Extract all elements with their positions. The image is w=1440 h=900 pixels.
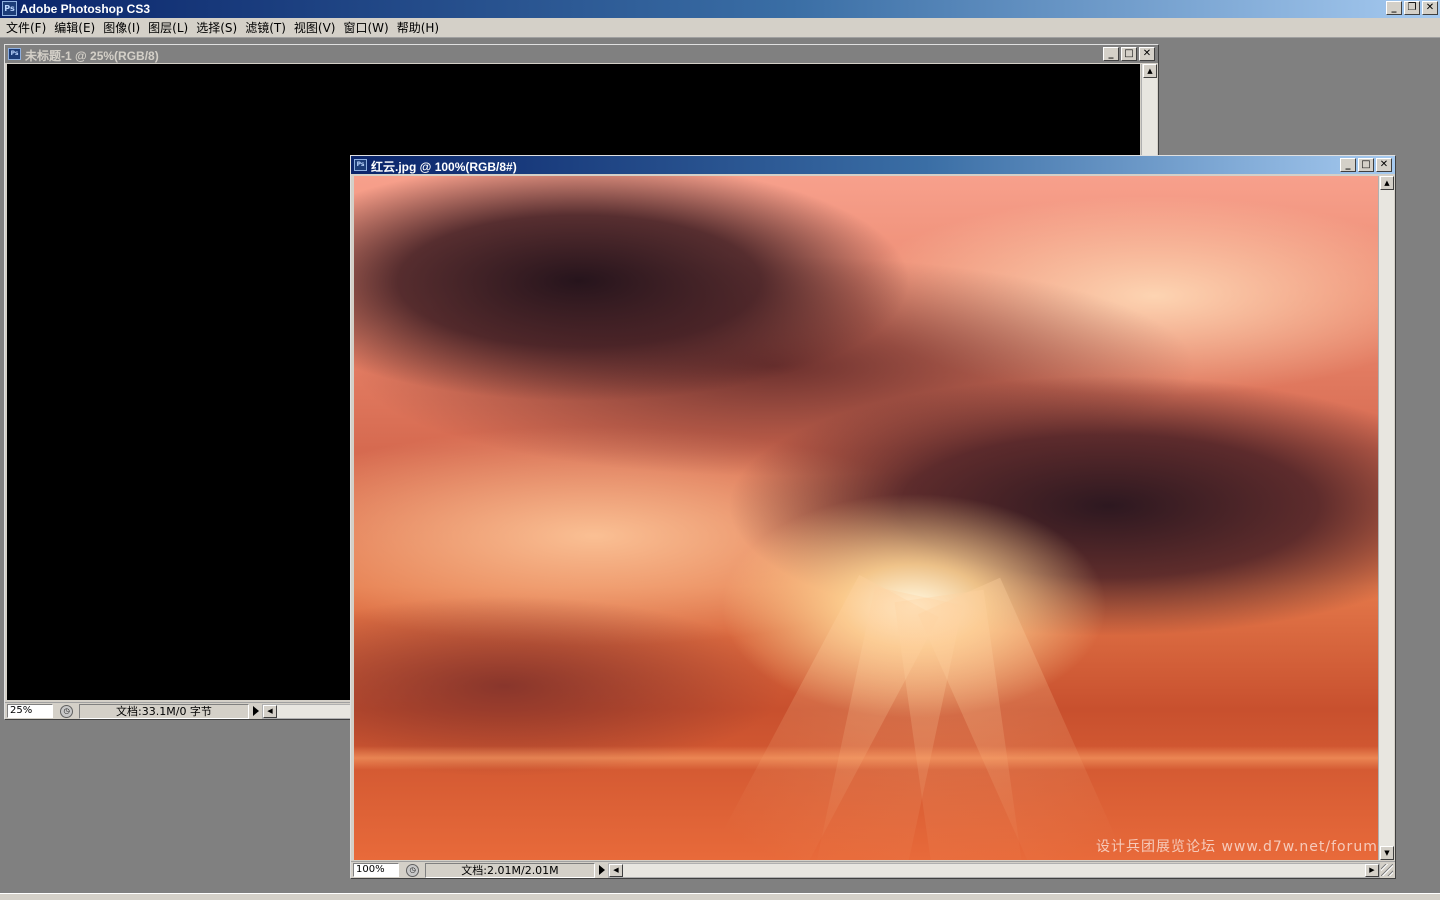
photo-horizontal-scrollbar[interactable]: ◀ ▶: [608, 863, 1380, 878]
app-titlebar[interactable]: Ps Adobe Photoshop CS3 _ ❐ ✕: [0, 0, 1440, 18]
photo-status-bar: 100% ◷ 文档:2.01M/2.01M ◀ ▶: [351, 861, 1395, 878]
menu-help[interactable]: 帮助(H): [395, 19, 445, 36]
photo-zoom-field[interactable]: 100%: [353, 863, 399, 877]
watermark-text: 设计兵团展览论坛 www.d7w.net/forum: [1096, 839, 1378, 855]
scroll-left-arrow-icon[interactable]: ◀: [263, 705, 277, 718]
menu-edit[interactable]: 编辑(E): [52, 19, 101, 36]
sunset-photo-canvas[interactable]: [354, 176, 1378, 860]
app-close-button[interactable]: ✕: [1422, 1, 1438, 15]
scroll-up-arrow-icon[interactable]: ▲: [1143, 64, 1157, 78]
photo-document-window: Ps 红云.jpg @ 100%(RGB/8#) _ □ ✕ ▲ ▼ 100% …: [350, 155, 1396, 879]
untitled-doc-info[interactable]: 文档:33.1M/0 字节: [79, 704, 249, 719]
menu-bar: 文件(F) 编辑(E) 图像(I) 图层(L) 选择(S) 滤镜(T) 视图(V…: [0, 18, 1440, 38]
doc-ps-icon: Ps: [8, 48, 21, 60]
photoshop-logo-icon: Ps: [2, 1, 17, 16]
photo-close-button[interactable]: ✕: [1376, 158, 1392, 172]
photo-doc-titlebar[interactable]: Ps 红云.jpg @ 100%(RGB/8#) _ □ ✕: [351, 156, 1395, 174]
status-menu-arrow-icon[interactable]: [599, 865, 605, 875]
menu-layer[interactable]: 图层(L): [146, 19, 194, 36]
untitled-doc-window-controls: _ □ ✕: [1103, 47, 1155, 61]
menu-select[interactable]: 选择(S): [194, 19, 243, 36]
status-navigator-icon[interactable]: ◷: [60, 705, 73, 718]
app-title: Adobe Photoshop CS3: [20, 2, 150, 16]
photo-doc-title: 红云.jpg @ 100%(RGB/8#): [371, 160, 517, 174]
scroll-right-arrow-icon[interactable]: ▶: [1365, 864, 1379, 877]
photo-maximize-button[interactable]: □: [1358, 158, 1374, 172]
app-restore-button[interactable]: ❐: [1404, 1, 1420, 15]
untitled-maximize-button[interactable]: □: [1121, 47, 1137, 61]
photo-vertical-scrollbar[interactable]: ▲ ▼: [1378, 176, 1394, 860]
untitled-doc-title: 未标题-1 @ 25%(RGB/8): [25, 49, 159, 63]
app-minimize-button[interactable]: _: [1386, 1, 1402, 15]
doc-ps-icon: Ps: [354, 159, 367, 171]
menu-window[interactable]: 窗口(W): [341, 19, 394, 36]
menu-image[interactable]: 图像(I): [101, 19, 146, 36]
photo-doc-info[interactable]: 文档:2.01M/2.01M: [425, 863, 595, 878]
menu-file[interactable]: 文件(F): [4, 19, 52, 36]
photo-minimize-button[interactable]: _: [1340, 158, 1356, 172]
status-navigator-icon[interactable]: ◷: [406, 864, 419, 877]
window-resize-grip-icon[interactable]: [1381, 864, 1393, 876]
untitled-zoom-field[interactable]: 25%: [7, 704, 53, 718]
scroll-up-arrow-icon[interactable]: ▲: [1380, 176, 1394, 190]
workspace-bottom-edge: [0, 893, 1440, 900]
scroll-left-arrow-icon[interactable]: ◀: [609, 864, 623, 877]
app-window-controls: _ ❐ ✕: [1386, 1, 1438, 15]
untitled-horizontal-scrollbar[interactable]: ◀: [262, 704, 352, 719]
untitled-minimize-button[interactable]: _: [1103, 47, 1119, 61]
photo-doc-window-controls: _ □ ✕: [1340, 158, 1392, 172]
untitled-close-button[interactable]: ✕: [1139, 47, 1155, 61]
untitled-doc-titlebar[interactable]: Ps 未标题-1 @ 25%(RGB/8) _ □ ✕: [5, 45, 1158, 63]
horizon-glow: [354, 746, 1378, 770]
menu-view[interactable]: 视图(V): [292, 19, 342, 36]
menu-filter[interactable]: 滤镜(T): [243, 19, 292, 36]
status-menu-arrow-icon[interactable]: [253, 706, 259, 716]
